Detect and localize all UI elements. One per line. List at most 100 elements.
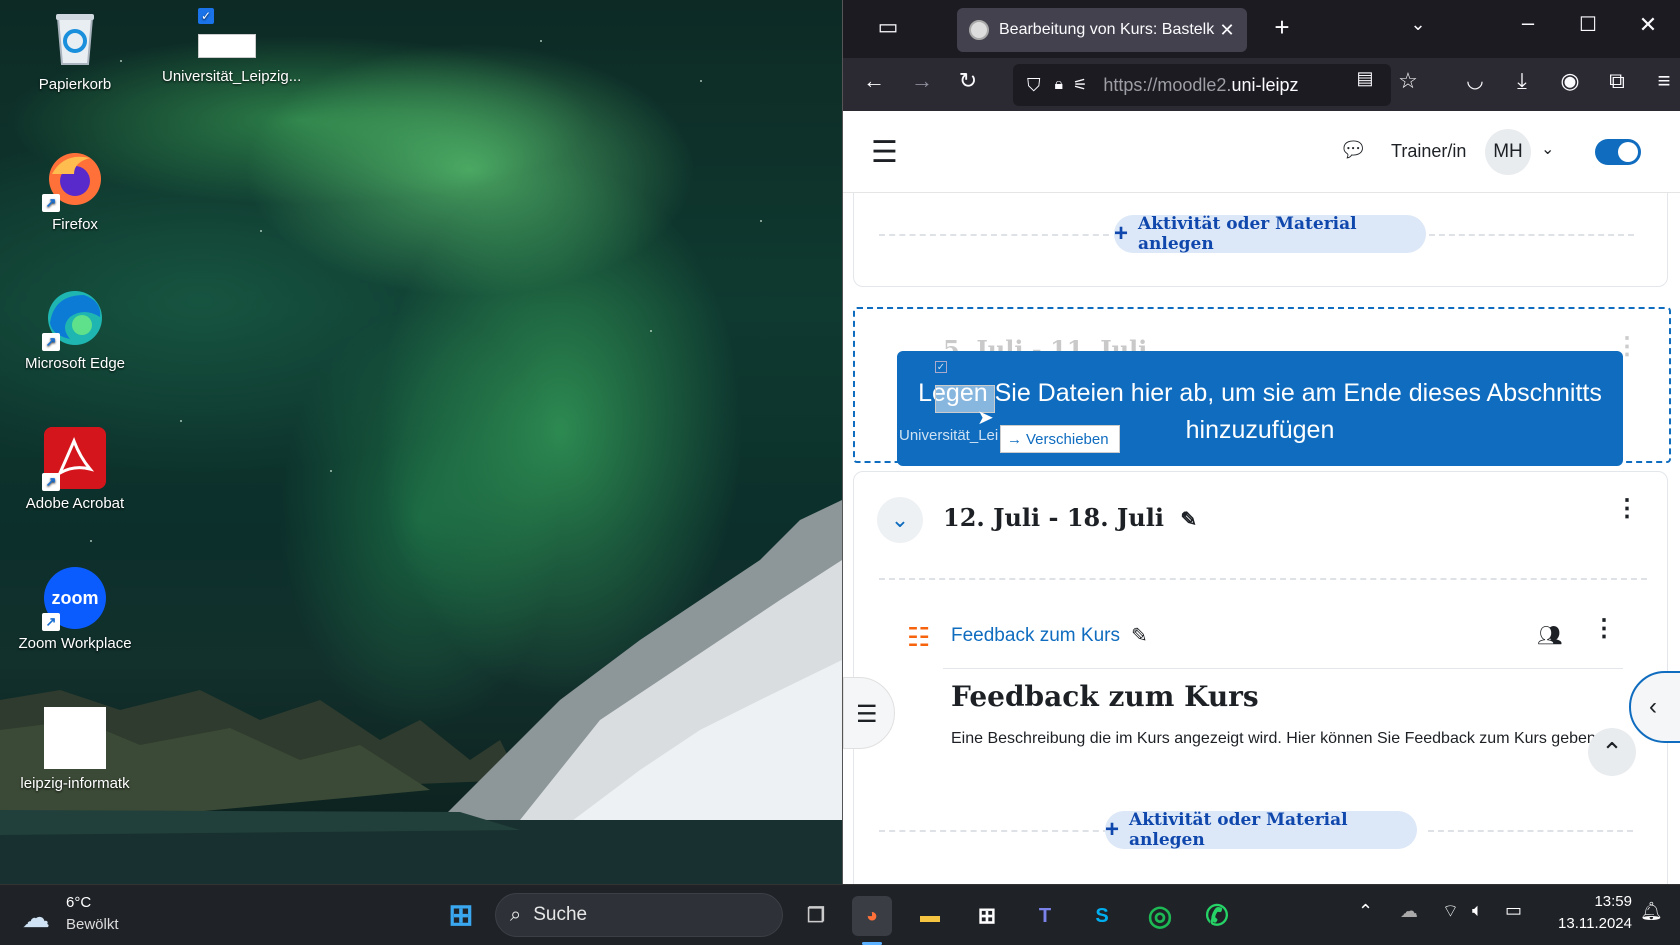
edit-pencil-icon[interactable]: ✎ [1180, 507, 1197, 531]
close-tab-icon[interactable]: ✕ [1215, 20, 1239, 41]
divider [879, 234, 1109, 236]
desktop-icon-zoom[interactable]: zoom ↗ Zoom Workplace [10, 567, 140, 652]
divider [879, 830, 1109, 832]
maximize-icon[interactable]: ☐ [1573, 12, 1603, 37]
scroll-top-button[interactable]: ⌃ [1588, 728, 1636, 776]
lock-icon[interactable]: 🔒︎ [1055, 76, 1064, 94]
taskbar: ☁ 6°C Bewölkt ⊞ ⌕ Suche ❐ ◕ ▬ ⊞ T S ◎ ✆ … [0, 884, 1680, 945]
group-mode-icon[interactable]: 👥︎ [1537, 623, 1562, 648]
pocket-icon[interactable]: ◡ [1458, 68, 1492, 93]
tab-active[interactable]: Bearbeitung von Kurs: Bastelkurs ✕ [957, 8, 1247, 52]
minimize-icon[interactable]: – [1513, 10, 1543, 36]
divider [879, 578, 1647, 580]
activity-link[interactable]: Feedback zum Kurs [951, 625, 1120, 647]
arrow-right-icon: → [1007, 430, 1022, 448]
whatsapp-icon[interactable]: ✆ [1197, 896, 1237, 936]
tab-bar: ▭ Bearbeitung von Kurs: Bastelkurs ✕ + ⌄… [843, 0, 1680, 58]
desktop-icon-leipzig-informatik[interactable]: leipzig-informatk [10, 707, 140, 792]
user-avatar[interactable]: MH [1485, 129, 1531, 175]
battery-icon[interactable]: ▭ [1505, 900, 1522, 921]
desktop-icon-acrobat[interactable]: ↗ Adobe Acrobat [10, 427, 140, 512]
close-window-icon[interactable]: ✕ [1633, 12, 1663, 38]
chevron-down-icon[interactable]: ⌄ [1403, 14, 1433, 35]
drag-ghost: ✓ Universität_Lei ➤ [893, 353, 1003, 444]
clock-date[interactable]: 13.11.2024 [1542, 915, 1632, 932]
weather-desc[interactable]: Bewölkt [66, 916, 119, 933]
toggle-knob [1618, 142, 1638, 162]
desktop-icon-label: Universität_Leipzig... [162, 68, 302, 85]
wifi-icon[interactable]: ⌔ [1442, 900, 1459, 923]
mouse-cursor-icon: ➤ [977, 407, 994, 429]
tab-list-icon[interactable]: ▭ [873, 14, 903, 40]
recycle-bin-icon [44, 8, 106, 70]
taskbar-firefox-icon[interactable]: ◕ [852, 896, 892, 936]
add-activity-button[interactable]: + Aktivität oder Material anlegen [1114, 214, 1426, 254]
teams-icon[interactable]: T [1025, 896, 1065, 936]
firefox-window: ▭ Bearbeitung von Kurs: Bastelkurs ✕ + ⌄… [842, 0, 1680, 884]
clock-time[interactable]: 13:59 [1542, 893, 1632, 910]
windows-start-icon[interactable]: ⊞ [441, 896, 481, 936]
edit-mode-toggle[interactable] [1595, 139, 1641, 165]
collapse-section-icon[interactable]: ⌄ [877, 497, 923, 543]
download-icon[interactable]: ⤓ [1505, 68, 1539, 94]
activity-title: Feedback zum Kurs [951, 680, 1259, 713]
url-text[interactable]: https://moodle2.uni-leipz [1103, 75, 1298, 96]
selection-checkbox-icon[interactable]: ✓ [198, 8, 214, 24]
account-icon[interactable]: ◉ [1553, 68, 1587, 94]
notifications-icon[interactable]: 🔔︎ [1640, 901, 1663, 922]
image-file-icon [44, 707, 106, 769]
taskbar-search[interactable]: ⌕ Suche [495, 893, 783, 937]
skype-icon[interactable]: S [1082, 896, 1122, 936]
image-file-icon [198, 34, 256, 58]
add-activity-label: Aktivität oder Material anlegen [1129, 810, 1348, 850]
add-activity-label: Aktivität oder Material anlegen [1138, 214, 1357, 254]
weather-temp[interactable]: 6°C [66, 894, 91, 911]
forward-icon[interactable]: → [905, 68, 939, 94]
divider [1428, 830, 1633, 832]
shortcut-arrow-icon: ↗ [42, 194, 60, 212]
chevron-down-icon[interactable]: ⌄ [1541, 139, 1554, 159]
shield-icon[interactable]: ⛉ [1027, 75, 1041, 96]
back-icon[interactable]: ← [857, 68, 891, 94]
task-view-icon[interactable]: ❐ [796, 896, 836, 936]
messages-icon[interactable]: 💬︎ [1339, 137, 1367, 163]
chevron-left-icon: ‹ [1649, 693, 1657, 720]
shortcut-arrow-icon: ↗ [42, 333, 60, 351]
desktop-icon-firefox[interactable]: ↗ Firefox [10, 148, 140, 233]
kebab-menu-icon[interactable]: ⋮ [1615, 335, 1639, 359]
move-tooltip: → Verschieben [1000, 425, 1120, 453]
desktop-icon-edge[interactable]: ↗ Microsoft Edge [10, 287, 140, 372]
chevron-up-icon[interactable]: ⌃ [1358, 901, 1373, 922]
checkbox-icon: ✓ [935, 361, 947, 373]
bookmark-star-icon[interactable]: ☆ [1391, 68, 1425, 94]
onedrive-icon[interactable]: ☁ [1400, 901, 1418, 922]
role-label[interactable]: Trainer/in [1391, 141, 1466, 162]
edit-pencil-icon[interactable]: ✎ [1131, 623, 1148, 648]
moodle-navbar: ☰ 💬︎ Trainer/in MH ⌄ [843, 111, 1680, 193]
desktop-icon-uni-leipzig[interactable]: ✓ Universität_Leipzig... [162, 8, 302, 85]
add-activity-button[interactable]: + Aktivität oder Material anlegen [1105, 810, 1417, 850]
spotify-icon[interactable]: ◎ [1140, 896, 1180, 936]
permissions-icon[interactable]: ⚟ [1073, 75, 1087, 95]
hamburger-menu-icon[interactable]: ☰ [871, 135, 898, 170]
desktop-icon-recycle-bin[interactable]: Papierkorb [10, 8, 140, 93]
kebab-menu-icon[interactable]: ⋮ [1592, 617, 1616, 641]
divider [1429, 234, 1634, 236]
new-tab-icon[interactable]: + [1267, 12, 1297, 43]
shortcut-arrow-icon: ↗ [42, 613, 60, 631]
search-icon: ⌕ [510, 903, 522, 926]
file-explorer-icon[interactable]: ▬ [910, 896, 950, 936]
zoom-icon: zoom ↗ [42, 567, 106, 631]
reload-icon[interactable]: ↻ [951, 68, 985, 94]
url-bar[interactable]: ⛉ 🔒︎ ⚟ https://moodle2.uni-leipz [1013, 64, 1391, 106]
kebab-menu-icon[interactable]: ⋮ [1615, 497, 1639, 521]
plus-icon: + [1114, 220, 1129, 247]
reader-view-icon[interactable]: ▤ [1348, 68, 1382, 89]
microsoft-store-icon[interactable]: ⊞ [967, 896, 1007, 936]
desktop-icon-label: Zoom Workplace [18, 635, 132, 652]
volume-icon[interactable]: 🔈︎ [1472, 900, 1483, 921]
activity-description: Eine Beschreibung die im Kurs angezeigt … [951, 730, 1601, 747]
extensions-icon[interactable]: ⧉ [1600, 68, 1634, 94]
course-section-previous: + Aktivität oder Material anlegen [853, 193, 1668, 287]
menu-icon[interactable]: ≡ [1647, 68, 1680, 94]
